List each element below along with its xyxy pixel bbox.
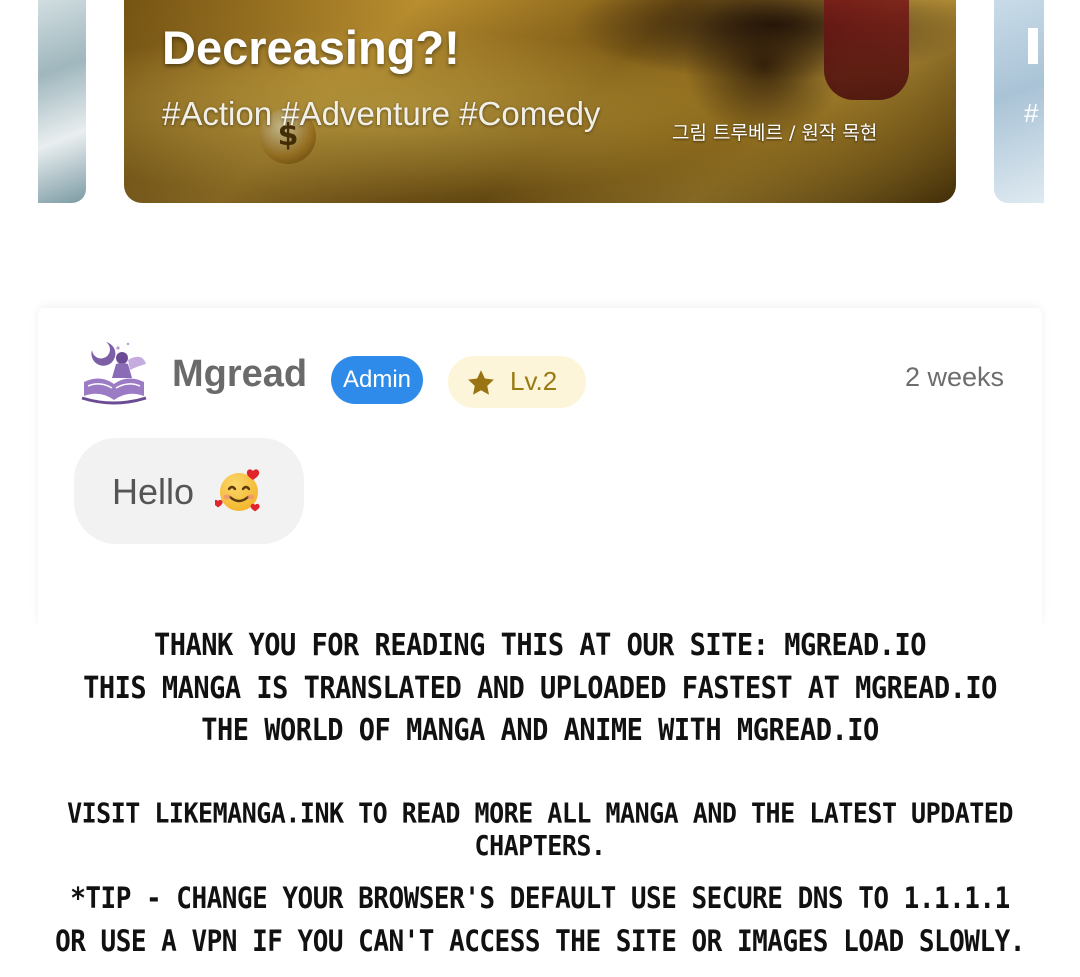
manga-title[interactable]: Decreasing?! (162, 20, 460, 75)
carousel-card-previous[interactable] (38, 0, 86, 203)
carousel-card-next[interactable]: L # (994, 0, 1044, 203)
comment-message: Hello (112, 471, 195, 512)
notice-thank-you: Thank you for reading this at our site: … (153, 628, 927, 663)
comment-card: Mgread Admin Lv.2 2 weeks Hello (38, 308, 1042, 628)
notice-tip-dns: *Tip - Change your browser's default use… (70, 882, 1010, 916)
manga-carousel[interactable]: $ Decreasing?! #Action #Adventure #Comed… (0, 0, 1080, 205)
level-label: Lv.2 (510, 366, 558, 396)
next-tags-peek: # (1024, 98, 1039, 128)
notice-vpn: or use a VPN if you can't access the sit… (55, 925, 1025, 959)
notice-translated: This manga is translated and uploaded fa… (83, 671, 997, 706)
admin-badge: Admin (331, 356, 424, 404)
notice-world-of-manga: The world of manga and anime with mgread… (201, 713, 879, 748)
comment-timestamp: 2 weeks (904, 362, 1004, 392)
site-notices: Thank you for reading this at our site: … (0, 625, 1080, 977)
star-icon (468, 370, 494, 395)
next-title-peek: L (1028, 28, 1038, 64)
comment-username[interactable]: Mgread (172, 353, 307, 396)
comment-bubble: Hello (74, 438, 304, 544)
fairy-reading-book-icon[interactable] (78, 338, 150, 406)
notice-visit-likemanga: Visit likemanga.ink to read more all man… (67, 796, 1013, 862)
genre-tags: #Action #Adventure #Comedy (162, 95, 601, 132)
cover-credit: 그림 트루베르 / 원작 목현 (672, 122, 878, 144)
carousel-card-current[interactable]: $ Decreasing?! #Action #Adventure #Comed… (124, 0, 956, 203)
level-badge: Lv.2 (448, 356, 586, 408)
smiling-face-with-hearts-icon (215, 469, 260, 512)
